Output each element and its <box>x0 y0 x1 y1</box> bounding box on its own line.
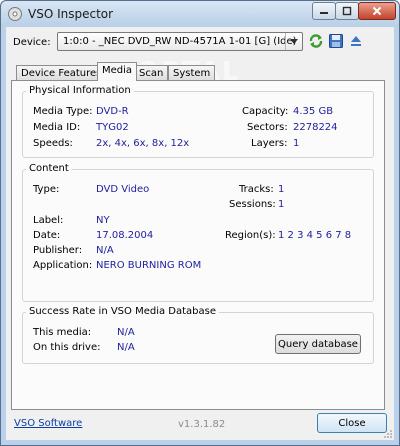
chevron-down-icon <box>285 33 302 50</box>
resize-grip-icon[interactable] <box>383 429 393 439</box>
sessions-label: Sessions: <box>229 199 276 210</box>
speeds-value: 2x, 4x, 6x, 8x, 12x <box>96 138 190 149</box>
tab-scan[interactable]: Scan <box>134 65 169 80</box>
sessions-value: 1 <box>278 199 285 210</box>
content-type-value: DVD Video <box>96 184 150 195</box>
app-window: VSO Inspector Device: 1:0:0 - _NEC DVD_R… <box>0 0 400 446</box>
application-label: Application: <box>33 260 93 271</box>
physical-information-title: Physical Information <box>26 85 134 96</box>
sectors-label: Sectors: <box>247 122 288 133</box>
date-label: Date: <box>33 230 61 241</box>
media-id-value: TYG02 <box>96 122 129 133</box>
title-bar[interactable]: VSO Inspector <box>1 1 399 27</box>
tab-device-features[interactable]: Device Features <box>16 65 107 80</box>
sectors-value: 2278224 <box>293 122 338 133</box>
refresh-icon[interactable] <box>308 33 324 49</box>
disc-label-value: NY <box>96 215 110 226</box>
date-value: 17.08.2004 <box>96 230 154 241</box>
window-client: Device: 1:0:0 - _NEC DVD_RW ND-4571A 1-0… <box>6 27 394 440</box>
maximize-icon <box>342 6 352 16</box>
tab-system[interactable]: System <box>168 65 216 80</box>
this-drive-label: On this drive: <box>33 342 101 353</box>
query-database-button[interactable]: Query database <box>275 334 361 354</box>
media-type-value: DVD-R <box>96 106 129 117</box>
minimize-button[interactable] <box>312 2 336 20</box>
tracks-label: Tracks: <box>239 184 274 195</box>
disc-label-label: Label: <box>33 215 64 226</box>
eject-icon[interactable] <box>348 33 364 49</box>
layers-label: Layers: <box>251 138 288 149</box>
publisher-label: Publisher: <box>33 245 83 256</box>
regions-label: Region(s): <box>225 230 276 241</box>
window-close-button[interactable] <box>358 2 396 20</box>
app-disc-icon <box>8 7 22 21</box>
content-type-label: Type: <box>33 184 60 195</box>
tracks-value: 1 <box>278 184 285 195</box>
this-media-label: This media: <box>33 327 92 338</box>
success-rate-group: Success Rate in VSO Media Database This … <box>22 306 374 364</box>
window-title: VSO Inspector <box>28 7 114 21</box>
media-id-label: Media ID: <box>33 122 81 133</box>
regions-value: 1 2 3 4 5 6 7 8 <box>278 230 352 241</box>
minimize-icon <box>320 12 328 14</box>
capacity-value: 4.35 GB <box>293 106 334 117</box>
application-value: NERO BURNING ROM <box>96 260 202 271</box>
close-icon <box>372 6 382 16</box>
media-tab-panel: Physical Information Media Type: DVD-R M… <box>11 80 385 410</box>
maximize-button[interactable] <box>335 2 359 20</box>
close-button[interactable]: Close <box>317 413 387 433</box>
speeds-label: Speeds: <box>33 138 73 149</box>
capacity-label: Capacity: <box>242 106 289 117</box>
tab-media[interactable]: Media <box>97 62 138 81</box>
media-type-label: Media Type: <box>33 106 93 117</box>
version-label: v1.3.1.82 <box>178 419 226 430</box>
publisher-value: N/A <box>96 245 114 256</box>
this-drive-value: N/A <box>117 342 135 353</box>
success-rate-title: Success Rate in VSO Media Database <box>26 306 220 317</box>
physical-information-group: Physical Information Media Type: DVD-R M… <box>22 85 374 158</box>
content-title: Content <box>26 163 72 174</box>
device-label: Device: <box>13 37 51 48</box>
layers-value: 1 <box>293 138 300 149</box>
device-dropdown[interactable]: 1:0:0 - _NEC DVD_RW ND-4571A 1-01 [G] (I… <box>57 32 303 51</box>
save-icon[interactable] <box>328 33 344 49</box>
device-dropdown-value: 1:0:0 - _NEC DVD_RW ND-4571A 1-01 [G] (I… <box>63 36 297 47</box>
vso-software-link[interactable]: VSO Software <box>14 418 82 429</box>
this-media-value: N/A <box>117 327 135 338</box>
content-group: Content Type: DVD Video Tracks: 1 Sessio… <box>22 163 374 302</box>
